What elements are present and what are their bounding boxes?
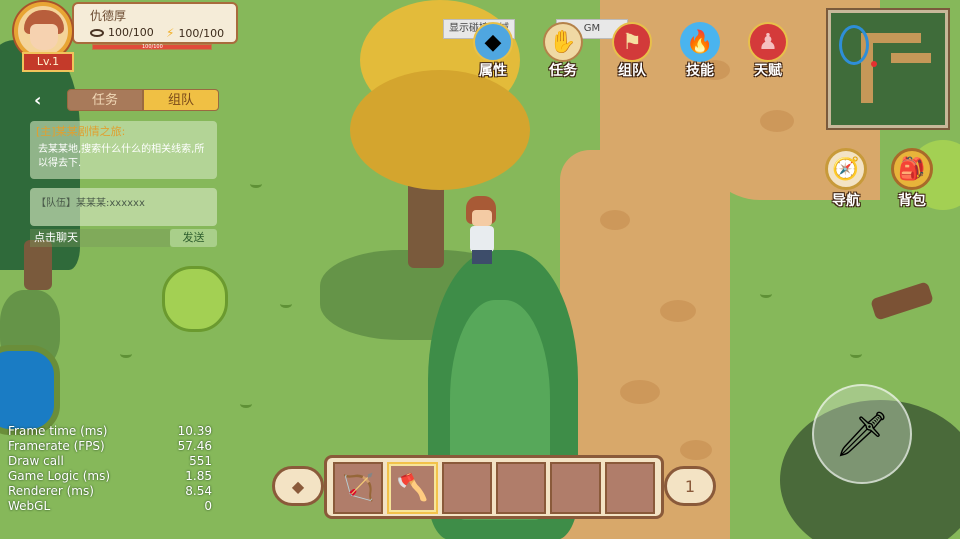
send-button[interactable]: 发送 bbox=[170, 229, 217, 247]
grass-tuft bbox=[240, 400, 252, 408]
player-character bbox=[458, 196, 508, 266]
tree-trunk bbox=[24, 240, 52, 290]
grass-tuft bbox=[760, 290, 772, 298]
energy-stat: ⚡ 100/100 bbox=[166, 26, 224, 40]
fallen-log bbox=[870, 281, 934, 321]
player-marker bbox=[871, 61, 877, 67]
talent-icon: ♟ bbox=[748, 22, 788, 62]
debug-row: Renderer (ms) 8.54 bbox=[8, 484, 212, 499]
hotbar-slot[interactable] bbox=[441, 462, 492, 514]
debug-row: WebGL 0 bbox=[8, 499, 212, 514]
golden-tree bbox=[350, 70, 530, 190]
bush bbox=[162, 266, 228, 332]
energy-value: 100/100 bbox=[178, 26, 225, 40]
debug-row: Framerate (FPS) 57.46 bbox=[8, 439, 212, 454]
hotbar-slot[interactable] bbox=[495, 462, 547, 514]
quest-icon: ✋ bbox=[543, 22, 583, 62]
menu-skill-label: 技能 bbox=[686, 63, 714, 79]
debug-row: Frame time (ms) 10.39 bbox=[8, 424, 212, 439]
debug-value: 8.54 bbox=[185, 484, 212, 498]
cobble bbox=[620, 380, 660, 404]
bow-icon: 🏹 bbox=[341, 473, 375, 503]
grass-tuft bbox=[850, 350, 862, 358]
debug-label: Draw call bbox=[8, 454, 64, 468]
quest-description: 去某某地,搜索什么什么的相关线索,所以得去下. bbox=[38, 144, 205, 169]
hotbar-slot[interactable] bbox=[550, 462, 601, 514]
debug-value: 10.39 bbox=[177, 424, 212, 438]
hotbar-page-number: 1 bbox=[684, 476, 696, 496]
grass-tuft bbox=[280, 300, 292, 308]
hotbar-page-button[interactable]: 1 bbox=[664, 466, 716, 506]
diamond-icon: ◆ bbox=[291, 476, 305, 496]
cobble bbox=[600, 210, 630, 230]
tab-quest[interactable]: 任务 bbox=[67, 89, 143, 111]
tab-team[interactable]: 组队 bbox=[143, 89, 219, 111]
menu-talent-label: 天赋 bbox=[754, 63, 782, 79]
menu-team-button[interactable]: ⚑ 组队 bbox=[606, 22, 658, 82]
debug-value: 0 bbox=[204, 499, 212, 513]
debug-stats: Frame time (ms) 10.39 Framerate (FPS) 57.46… bbox=[8, 424, 212, 514]
debug-value: 1.85 bbox=[185, 469, 212, 483]
menu-attributes-label: 属性 bbox=[479, 63, 507, 79]
hotbar-slot[interactable]: 🏹 bbox=[333, 462, 384, 514]
player-status-panel: 仇德厚 100/100 ⚡ 100/100 bbox=[72, 2, 238, 44]
attack-button[interactable]: 🗡 bbox=[812, 384, 912, 484]
hp-stat: 100/100 bbox=[90, 26, 154, 39]
debug-label: Framerate (FPS) bbox=[8, 439, 105, 453]
lightning-icon: ⚡ bbox=[166, 26, 175, 40]
navigate-label: 导航 bbox=[832, 193, 860, 209]
debug-value: 57.46 bbox=[177, 439, 212, 453]
menu-quest-button[interactable]: ✋ 任务 bbox=[537, 22, 589, 82]
debug-label: Frame time (ms) bbox=[8, 424, 108, 438]
grass-tuft bbox=[120, 350, 132, 358]
menu-attributes-button[interactable]: ◆ 属性 bbox=[467, 22, 519, 82]
hotbar: 🏹 🪓 bbox=[324, 455, 664, 519]
cobble bbox=[760, 110, 794, 132]
minimap[interactable] bbox=[828, 10, 948, 128]
minimap-path bbox=[861, 33, 921, 43]
player-name: 仇德厚 bbox=[90, 9, 127, 23]
minimap-river bbox=[839, 25, 869, 65]
chat-input[interactable]: 点击聊天 bbox=[30, 229, 170, 247]
minimap-path bbox=[891, 53, 931, 63]
debug-label: WebGL bbox=[8, 499, 51, 513]
bag-button[interactable]: 🎒 背包 bbox=[884, 148, 940, 209]
menu-skill-button[interactable]: 🔥 技能 bbox=[674, 22, 726, 82]
skill-flame-icon: 🔥 bbox=[680, 22, 720, 62]
grass-tuft bbox=[250, 180, 262, 188]
debug-label: Game Logic (ms) bbox=[8, 469, 111, 483]
collapse-arrow-icon[interactable]: ‹ bbox=[34, 90, 41, 111]
hotbar-toggle-button[interactable]: ◆ bbox=[272, 466, 324, 506]
hotbar-slot[interactable] bbox=[604, 462, 655, 514]
debug-value: 551 bbox=[189, 454, 212, 468]
game-viewport[interactable]: 仇德厚 100/100 ⚡ 100/100 100/100 Lv.1 ‹ 任务 … bbox=[0, 0, 960, 539]
sword-icon: 🗡 bbox=[834, 409, 890, 460]
pond bbox=[0, 345, 60, 435]
level-badge: Lv.1 bbox=[22, 52, 74, 72]
hp-value: 100/100 bbox=[108, 26, 154, 39]
compass-icon: 🧭 bbox=[825, 148, 867, 190]
menu-talent-button[interactable]: ♟ 天赋 bbox=[742, 22, 794, 82]
backpack-icon: 🎒 bbox=[891, 148, 933, 190]
hp-bar-label: 100/100 bbox=[142, 44, 163, 50]
cobble bbox=[680, 440, 712, 460]
team-message: 【队伍】某某某:xxxxxx bbox=[36, 198, 145, 209]
cobble bbox=[660, 300, 696, 322]
bag-label: 背包 bbox=[898, 193, 926, 209]
hotbar-slot-selected[interactable]: 🪓 bbox=[387, 462, 438, 514]
attribute-icon: ◆ bbox=[473, 22, 513, 62]
quest-title: [主]某某剧情之旅: bbox=[36, 125, 126, 138]
axe-icon: 🪓 bbox=[396, 473, 429, 503]
menu-team-label: 组队 bbox=[618, 63, 646, 79]
menu-quest-label: 任务 bbox=[549, 63, 577, 79]
eye-icon bbox=[90, 28, 104, 37]
team-flag-icon: ⚑ bbox=[612, 22, 652, 62]
debug-label: Renderer (ms) bbox=[8, 484, 94, 498]
debug-row: Draw call 551 bbox=[8, 454, 212, 469]
debug-row: Game Logic (ms) 1.85 bbox=[8, 469, 212, 484]
navigate-button[interactable]: 🧭 导航 bbox=[818, 148, 874, 209]
